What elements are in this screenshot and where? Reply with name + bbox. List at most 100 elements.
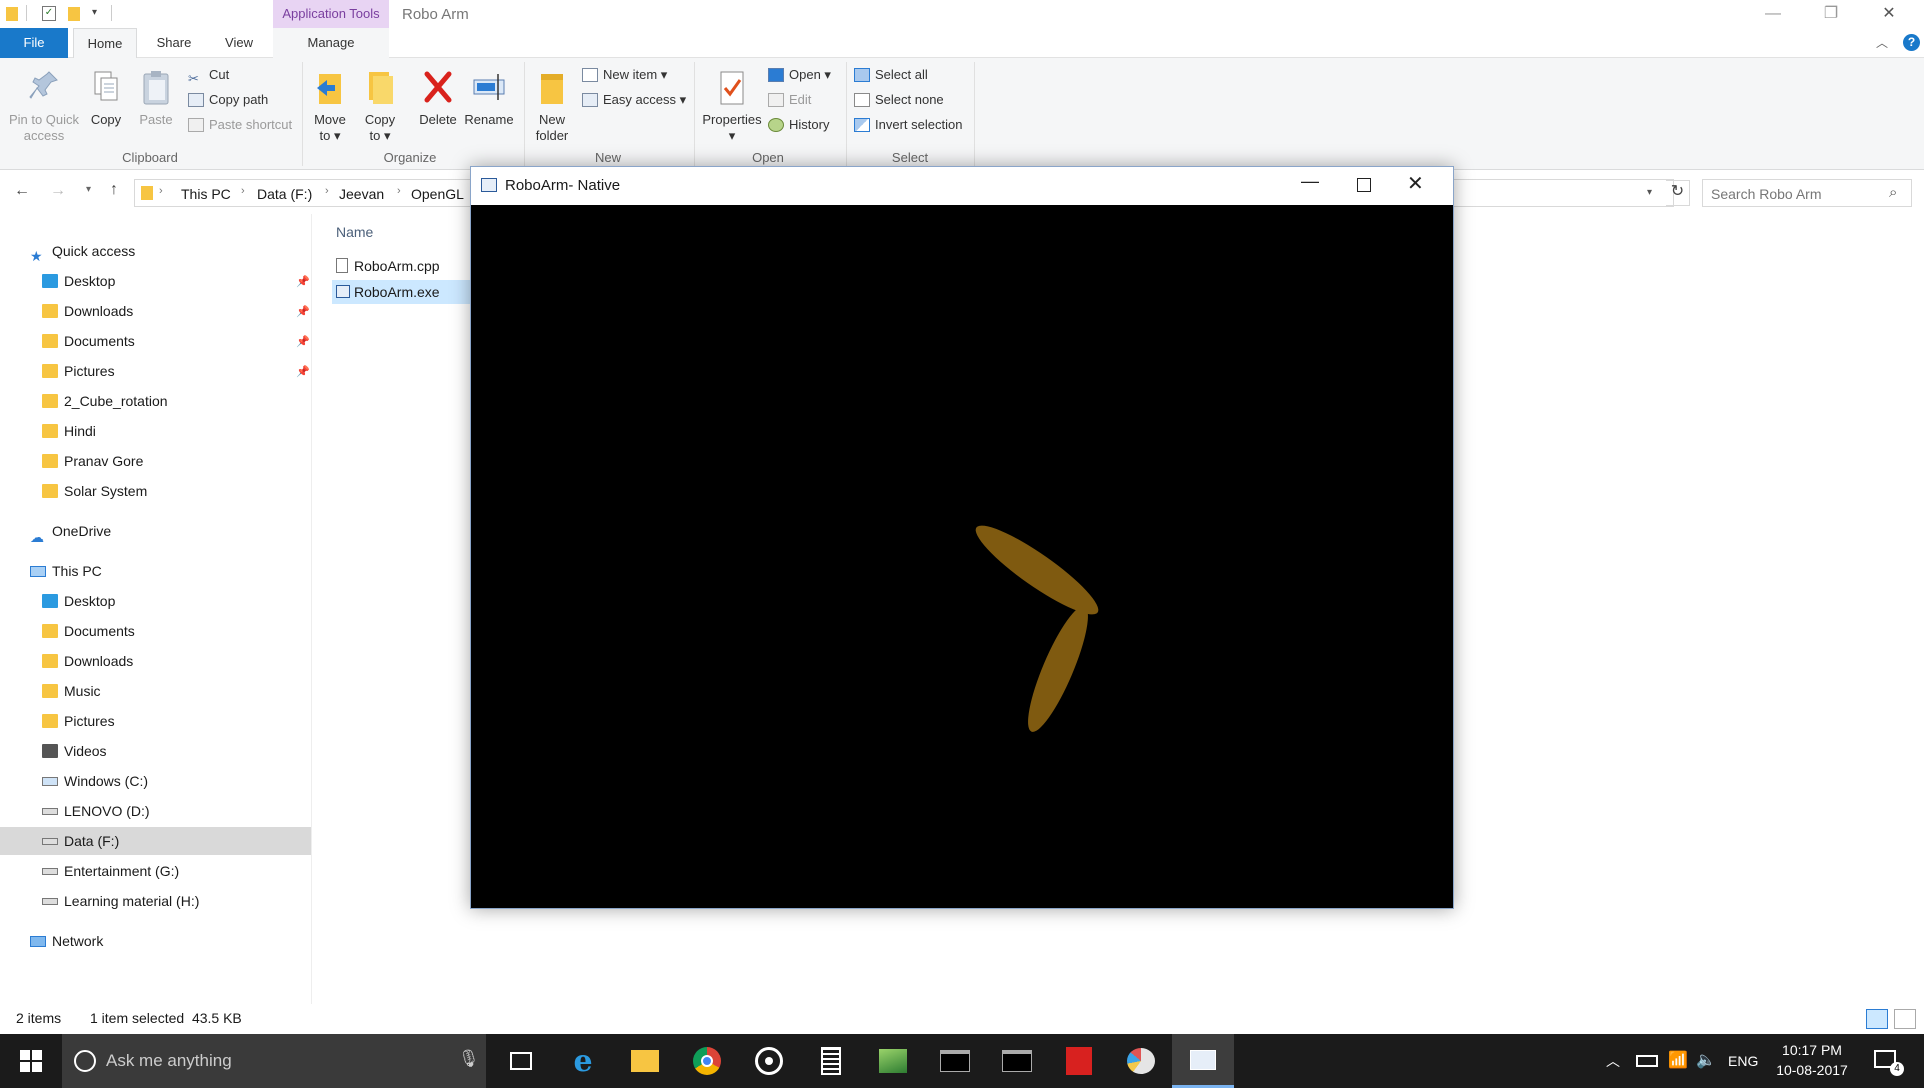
tab-home[interactable]: Home	[73, 28, 137, 58]
opengl-canvas[interactable]	[471, 205, 1453, 908]
nav-pc-item[interactable]: Learning material (H:)	[42, 888, 199, 914]
easy-access-button[interactable]: Easy access ▾	[582, 89, 686, 111]
new-item-button[interactable]: New item ▾	[582, 64, 667, 86]
nav-network[interactable]: Network	[30, 928, 103, 954]
nav-quick-item[interactable]: Hindi	[42, 418, 96, 444]
nav-onedrive[interactable]: ☁ OneDrive	[30, 518, 111, 545]
refresh-icon[interactable]: ↻	[1666, 180, 1690, 206]
nav-quick-item[interactable]: 2_Cube_rotation	[42, 388, 168, 414]
tab-file[interactable]: File	[0, 28, 68, 58]
terminal-button[interactable]	[924, 1034, 986, 1088]
new-folder-qat-icon[interactable]	[68, 7, 80, 21]
nav-quick-item[interactable]: Pranav Gore	[42, 448, 143, 474]
nav-pc-item-selected[interactable]: Data (F:)	[42, 828, 119, 854]
acrobat-button[interactable]	[1048, 1034, 1110, 1088]
properties-button[interactable]: Properties ▾	[700, 68, 764, 144]
rename-button[interactable]: Rename	[464, 68, 514, 128]
paint-button[interactable]	[1110, 1034, 1172, 1088]
pin-icon[interactable]: 📌	[296, 365, 310, 378]
media-app-button[interactable]	[738, 1034, 800, 1088]
tab-view[interactable]: View	[212, 28, 266, 58]
terminal-button-2[interactable]	[986, 1034, 1048, 1088]
back-arrow-icon[interactable]: ←	[14, 182, 30, 200]
breadcrumb-data[interactable]: Data (F:)	[257, 186, 312, 202]
collapse-ribbon-icon[interactable]: ︿	[1876, 34, 1888, 51]
nav-pc-item[interactable]: Desktop	[42, 588, 115, 614]
recent-locations-icon[interactable]: ▾	[86, 184, 91, 195]
address-dropdown-icon[interactable]: ▾	[1647, 187, 1652, 198]
chrome-button[interactable]	[676, 1034, 738, 1088]
pin-icon[interactable]: 📌	[296, 275, 310, 288]
show-hidden-icons[interactable]: ︿	[1606, 1034, 1620, 1088]
history-button[interactable]: History	[768, 114, 829, 136]
nav-quick-item[interactable]: Solar System	[42, 478, 147, 504]
details-view-icon[interactable]	[1866, 1009, 1888, 1029]
delete-button[interactable]: Delete	[416, 68, 460, 128]
help-icon[interactable]: ?	[1903, 34, 1920, 51]
edge-button[interactable]: e	[552, 1034, 614, 1088]
copy-button[interactable]: Copy	[84, 68, 128, 128]
nav-quick-access[interactable]: ★ Quick access	[30, 238, 135, 264]
cut-button[interactable]: ✂ Cut	[188, 64, 229, 86]
roboarm-close-button[interactable]: ✕	[1407, 171, 1424, 196]
cortana-search-box[interactable]: Ask me anything 🎙	[62, 1034, 486, 1088]
file-row[interactable]: RoboArm.cpp	[332, 254, 492, 278]
roboarm-taskbar-button[interactable]	[1172, 1034, 1234, 1088]
edit-button[interactable]: Edit	[768, 89, 811, 111]
up-arrow-icon[interactable]: ↑	[110, 181, 118, 199]
volume-icon[interactable]: 🔈	[1696, 1034, 1716, 1088]
nav-this-pc[interactable]: This PC	[30, 558, 102, 584]
search-box[interactable]: Search Robo Arm ⌕	[1702, 179, 1912, 207]
clock[interactable]: 10:17 PM 10-08-2017	[1772, 1040, 1852, 1082]
properties-qat-icon[interactable]: ✓	[42, 6, 56, 21]
tab-share[interactable]: Share	[147, 28, 201, 58]
wifi-icon[interactable]: 📶	[1668, 1034, 1688, 1088]
microphone-icon[interactable]: 🎙	[458, 1049, 480, 1069]
task-view-button[interactable]	[490, 1034, 552, 1088]
invert-selection-button[interactable]: Invert selection	[854, 114, 962, 136]
pin-icon[interactable]: 📌	[296, 335, 310, 348]
select-all-button[interactable]: Select all	[854, 64, 928, 86]
nav-quick-item[interactable]: Pictures	[42, 358, 115, 384]
open-button[interactable]: Open ▾	[768, 64, 831, 86]
pin-icon[interactable]: 📌	[296, 305, 310, 318]
roboarm-minimize-button[interactable]: —	[1301, 171, 1319, 192]
select-none-button[interactable]: Select none	[854, 89, 944, 111]
nav-pc-item[interactable]: Entertainment (G:)	[42, 858, 179, 884]
roboarm-maximize-button[interactable]	[1357, 178, 1371, 192]
nav-quick-item[interactable]: Documents	[42, 328, 135, 354]
battery-icon[interactable]	[1636, 1055, 1658, 1067]
nav-quick-item[interactable]: Desktop	[42, 268, 115, 294]
file-row-selected[interactable]: RoboArm.exe	[332, 280, 492, 304]
language-indicator[interactable]: ENG	[1728, 1034, 1758, 1088]
move-to-button[interactable]: Move to ▾	[310, 68, 350, 144]
column-header-name[interactable]: Name	[336, 224, 373, 240]
nav-pc-item[interactable]: Documents	[42, 618, 135, 644]
start-button[interactable]	[0, 1034, 62, 1088]
breadcrumb-opengl[interactable]: OpenGL	[411, 186, 464, 202]
copy-to-button[interactable]: Copy to ▾	[360, 68, 400, 144]
calculator-button[interactable]	[800, 1034, 862, 1088]
file-explorer-button[interactable]	[614, 1034, 676, 1088]
breadcrumb-this-pc[interactable]: This PC	[181, 186, 231, 202]
pin-quick-access-button[interactable]: Pin to Quick access	[6, 68, 82, 144]
forward-arrow-icon[interactable]: →	[50, 182, 66, 200]
nav-pc-item[interactable]: LENOVO (D:)	[42, 798, 150, 824]
paste-shortcut-button[interactable]: Paste shortcut	[188, 114, 292, 136]
nav-pc-item[interactable]: Videos	[42, 738, 107, 764]
nav-pc-item[interactable]: Pictures	[42, 708, 115, 734]
copy-path-button[interactable]: Copy path	[188, 89, 268, 111]
new-folder-button[interactable]: New folder	[532, 68, 572, 144]
nav-pc-item[interactable]: Windows (C:)	[42, 768, 148, 794]
customize-qat-icon[interactable]: ▾	[92, 7, 97, 18]
nav-pc-item[interactable]: Downloads	[42, 648, 133, 674]
nav-quick-item[interactable]: Downloads	[42, 298, 133, 324]
nav-pc-item[interactable]: Music	[42, 678, 101, 704]
minimize-button[interactable]: —	[1750, 0, 1796, 28]
paste-button[interactable]: Paste	[134, 68, 178, 128]
restore-button[interactable]: ❐	[1808, 0, 1854, 28]
breadcrumb-jeevan[interactable]: Jeevan	[339, 186, 384, 202]
tab-manage[interactable]: Manage	[273, 28, 389, 58]
image-viewer-button[interactable]	[862, 1034, 924, 1088]
close-button[interactable]: ✕	[1866, 0, 1912, 28]
